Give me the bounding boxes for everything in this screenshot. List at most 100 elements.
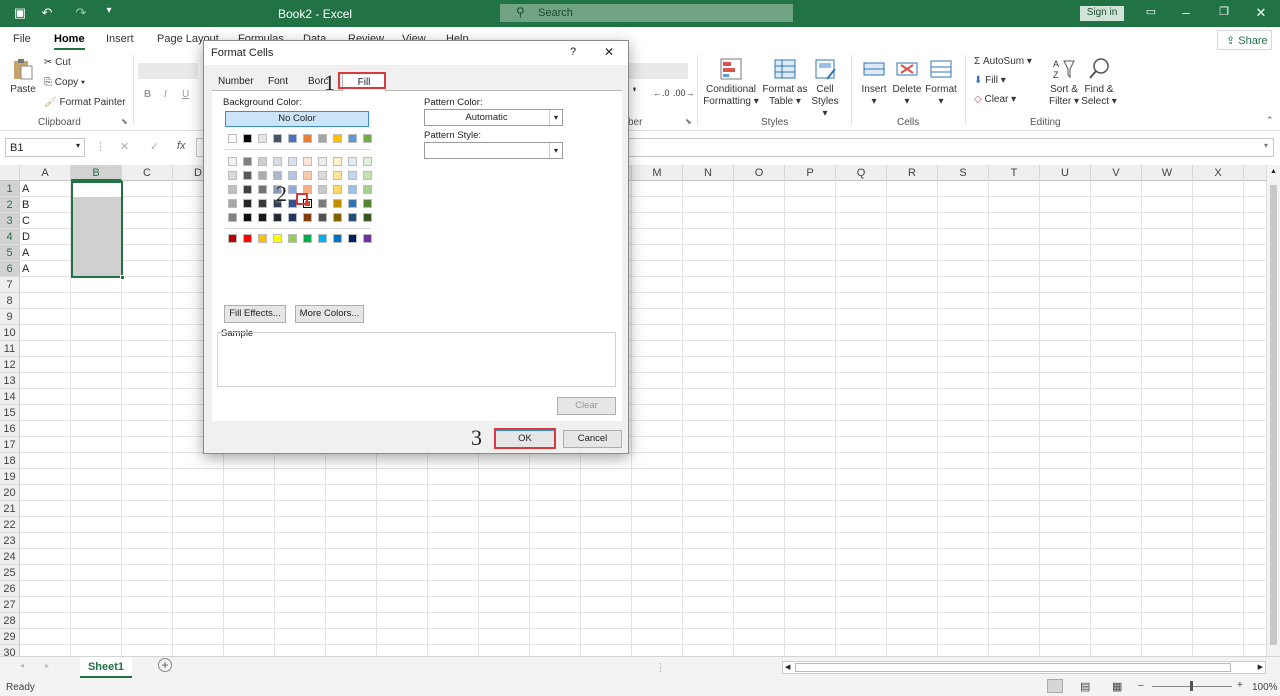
format-as-table-button[interactable]: Format as Table ▾ [762,57,808,108]
close-icon[interactable]: ✕ [1252,5,1270,21]
column-header-t[interactable]: T [989,165,1040,181]
tint-color-swatch[interactable] [363,199,372,208]
no-color-button[interactable]: No Color [225,111,369,127]
tint-color-swatch[interactable] [258,213,267,222]
row-header-1[interactable]: 1 [0,181,20,197]
row-header-13[interactable]: 13 [0,373,20,389]
tint-color-swatch[interactable] [228,157,237,166]
more-icon[interactable]: ⋮ [95,140,106,153]
tint-color-swatch[interactable] [228,199,237,208]
row-header-9[interactable]: 9 [0,309,20,325]
sign-in-button[interactable]: Sign in [1080,6,1124,21]
column-header-v[interactable]: V [1091,165,1142,181]
collapse-ribbon-icon[interactable]: ⌃ [1266,115,1274,126]
row-header-19[interactable]: 19 [0,469,20,485]
worksheet-grid[interactable]: ABCDEFGHIJKLMNOPQRSTUVWX 123456789101112… [0,165,1266,656]
row-header-5[interactable]: 5 [0,245,20,261]
tint-color-swatch[interactable] [318,171,327,180]
cell-a4[interactable]: D [20,229,30,245]
restore-icon[interactable]: ❐ [1215,5,1233,18]
cell-a5[interactable]: A [20,245,29,261]
undo-icon[interactable]: ↶ [38,5,56,21]
column-header-x[interactable]: X [1193,165,1244,181]
theme-color-swatch[interactable] [243,134,252,143]
share-button[interactable]: ⇪ Share [1217,30,1272,50]
theme-color-swatch[interactable] [318,134,327,143]
zoom-out-icon[interactable]: – [1138,680,1144,691]
select-all-corner[interactable] [0,165,20,181]
sort-filter-button[interactable]: AZ Sort & Filter ▾ [1047,57,1081,108]
standard-color-swatch[interactable] [303,234,312,243]
decrease-decimal-icon[interactable]: .00→ [673,87,695,99]
page-break-view-icon[interactable]: ▦ [1112,680,1122,693]
name-box[interactable]: B1 ▾ [5,138,85,157]
column-header-n[interactable]: N [683,165,734,181]
row-header-27[interactable]: 27 [0,597,20,613]
format-painter-button[interactable]: 🖌 Format Painter [44,97,126,109]
cell-a2[interactable]: B [20,197,29,213]
tint-color-swatch[interactable] [258,185,267,194]
tab-number[interactable]: Number [212,73,260,91]
tab-font[interactable]: Font [262,73,294,91]
theme-color-swatch[interactable] [228,134,237,143]
fill-button[interactable]: ⬇ Fill ▾ [974,75,1006,87]
tint-color-swatch[interactable] [303,171,312,180]
row-header-2[interactable]: 2 [0,197,20,213]
standard-color-swatch[interactable] [228,234,237,243]
column-header-s[interactable]: S [938,165,989,181]
tint-color-swatch[interactable] [288,157,297,166]
theme-color-swatch[interactable] [288,134,297,143]
comma-style-icon[interactable]: ❜ [633,87,636,99]
cell-a3[interactable]: C [20,213,30,229]
tint-color-swatch[interactable] [363,213,372,222]
theme-color-swatch[interactable] [258,134,267,143]
tint-color-swatch[interactable] [243,185,252,194]
tint-color-swatch[interactable] [318,157,327,166]
vertical-scrollbar[interactable]: ▲ [1266,165,1280,656]
tint-color-swatch[interactable] [333,199,342,208]
format-cells-button[interactable]: Format ▾ [924,57,958,108]
tint-color-swatch[interactable] [228,171,237,180]
row-header-16[interactable]: 16 [0,421,20,437]
row-header-29[interactable]: 29 [0,629,20,645]
standard-color-swatch[interactable] [288,234,297,243]
tab-split-icon[interactable]: ⋮ [655,661,666,674]
tint-color-swatch[interactable] [348,199,357,208]
tint-color-swatch[interactable] [363,185,372,194]
row-header-7[interactable]: 7 [0,277,20,293]
tint-color-swatch[interactable] [228,185,237,194]
standard-color-swatch[interactable] [318,234,327,243]
bold-button[interactable]: B [144,89,151,101]
row-header-28[interactable]: 28 [0,613,20,629]
fill-effects-button[interactable]: Fill Effects... [224,305,286,323]
column-header-q[interactable]: Q [836,165,887,181]
tint-color-swatch[interactable] [273,157,282,166]
autosum-button[interactable]: Σ AutoSum ▾ [974,56,1032,68]
row-header-21[interactable]: 21 [0,501,20,517]
help-icon[interactable]: ? [570,46,576,58]
tint-color-swatch[interactable] [258,199,267,208]
zoom-level[interactable]: 100% [1252,682,1278,693]
tint-color-swatch[interactable] [318,185,327,194]
number-format-box[interactable] [628,63,688,79]
tint-color-swatch[interactable] [363,157,372,166]
search-box[interactable]: ⚲ Search [500,4,793,22]
zoom-slider-handle[interactable] [1190,681,1193,691]
next-sheet-icon[interactable]: ▸ [45,661,49,670]
row-header-26[interactable]: 26 [0,581,20,597]
row-header-4[interactable]: 4 [0,229,20,245]
row-header-24[interactable]: 24 [0,549,20,565]
active-cell[interactable] [73,183,121,197]
clipboard-launcher-icon[interactable]: ⬊ [121,117,128,126]
save-icon[interactable]: ▣ [11,5,29,21]
new-sheet-icon[interactable]: + [158,658,172,672]
standard-color-swatch[interactable] [363,234,372,243]
tint-color-swatch[interactable] [333,157,342,166]
scroll-right-icon[interactable]: ▶ [1258,663,1263,671]
tab-home[interactable]: Home [54,33,85,50]
cancel-button[interactable]: Cancel [563,430,622,448]
tint-color-swatch[interactable] [318,213,327,222]
insert-cells-button[interactable]: Insert ▾ [858,57,890,108]
tint-color-swatch[interactable] [318,199,327,208]
tab-insert[interactable]: Insert [106,33,134,45]
